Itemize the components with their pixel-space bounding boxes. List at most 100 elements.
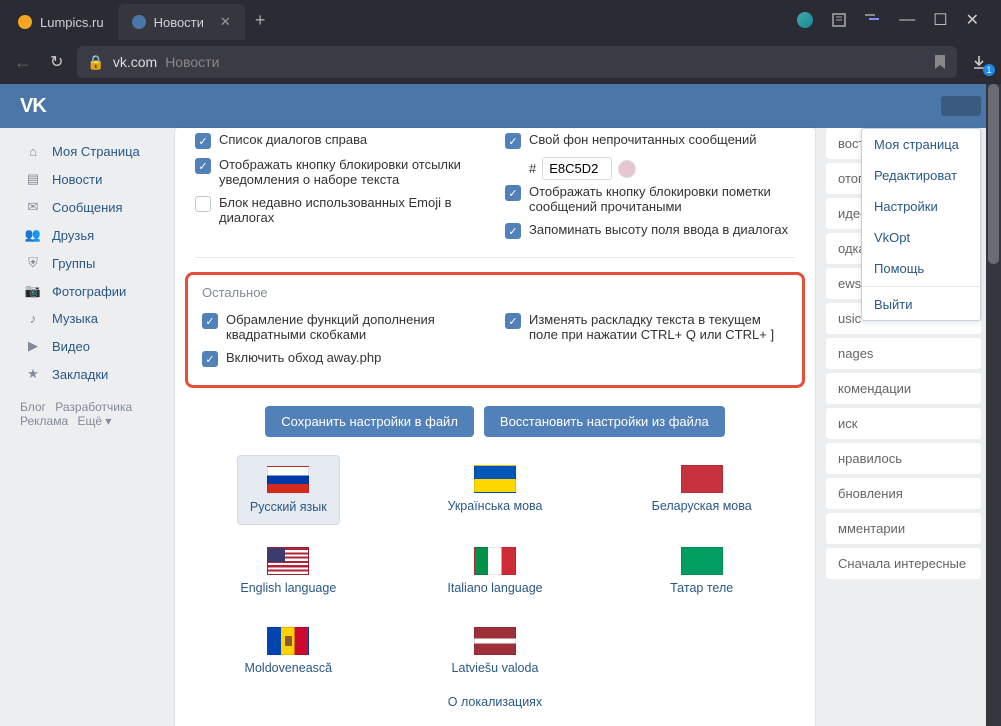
language-option[interactable]: English language	[228, 537, 348, 605]
extension-icon[interactable]	[797, 12, 813, 28]
option-row: ✓Свой фон непрочитанных сообщений	[505, 128, 795, 153]
checkbox[interactable]: ✓	[505, 133, 521, 149]
right-tab[interactable]: иск	[826, 408, 981, 439]
downloads-button[interactable]: 1	[967, 50, 991, 74]
vk-header: VK	[0, 84, 1001, 128]
sidebar-item[interactable]: ✉Сообщения	[20, 193, 170, 221]
sidebar-icon: 📷	[24, 283, 42, 299]
flag-icon	[474, 627, 516, 655]
language-option[interactable]: Беларуская мова	[640, 455, 764, 525]
sidebar-item[interactable]: ▶ Видео	[20, 332, 170, 360]
about-localizations-link[interactable]: О локализациях	[195, 695, 795, 709]
dropdown-item[interactable]: VkOpt	[862, 222, 980, 253]
right-tab[interactable]: комендации	[826, 373, 981, 404]
right-tab[interactable]: nages	[826, 338, 981, 369]
option-row: ✓ Включить обход away.php	[202, 346, 485, 371]
page-content: VK ⌂Моя Страница▤Новости✉Сообщения👥Друзь…	[0, 84, 1001, 726]
dropdown-item[interactable]: Помощь	[862, 253, 980, 284]
address-bar: ← ↻ 🔒 vk.com Новости 1	[0, 40, 1001, 84]
sidebar-footer: Блог Разработчика Реклама Ещё ▾	[20, 400, 170, 428]
checkbox[interactable]: ✓	[505, 223, 521, 239]
restore-settings-button[interactable]: Восстановить настройки из файла	[484, 406, 725, 437]
bookmark-icon[interactable]	[933, 54, 947, 70]
address-field[interactable]: 🔒 vk.com Новости	[77, 46, 957, 78]
scrollbar-thumb[interactable]	[988, 84, 999, 264]
save-settings-button[interactable]: Сохранить настройки в файл	[265, 406, 474, 437]
checkbox[interactable]: ✓	[195, 158, 211, 174]
back-button[interactable]: ←	[10, 48, 36, 77]
footer-link[interactable]: Блог	[20, 400, 46, 414]
checkbox[interactable]: ✓	[505, 313, 521, 329]
option-row: ✓Изменять раскладку текста в текущем пол…	[505, 308, 788, 346]
language-option[interactable]: Italiano language	[435, 537, 554, 605]
language-label: Moldovenească	[245, 661, 333, 675]
footer-link[interactable]: Разработчика	[55, 400, 132, 414]
right-tab[interactable]: Сначала интересные	[826, 548, 981, 579]
language-label: English language	[240, 581, 336, 595]
language-option[interactable]: Latviešu valoda	[440, 617, 551, 685]
language-option[interactable]: Русский язык	[237, 455, 340, 525]
sidebar-item[interactable]: ★Закладки	[20, 360, 170, 388]
sidebar-item[interactable]: ♪Музыка	[20, 305, 170, 332]
right-tab[interactable]: бновления	[826, 478, 981, 509]
flag-icon	[267, 547, 309, 575]
checkbox[interactable]: ✓	[195, 133, 211, 149]
minimize-button[interactable]: —	[899, 11, 915, 29]
option-label: Список диалогов справа	[219, 132, 367, 147]
language-option[interactable]: Moldovenească	[233, 617, 345, 685]
close-button[interactable]: ✕	[966, 10, 979, 30]
checkbox[interactable]: ✓	[202, 313, 218, 329]
option-row: ✓ Список диалогов справа	[195, 128, 485, 153]
reader-icon[interactable]	[831, 12, 847, 28]
sidebar-icon: ▶	[24, 338, 42, 354]
sidebar-label: Фотографии	[52, 284, 126, 299]
sidebar-item[interactable]: ▤Новости	[20, 165, 170, 193]
section-title: Остальное	[202, 285, 788, 300]
option-label: Обрамление функций дополнения квадратным…	[226, 312, 485, 342]
browser-tab[interactable]: Lumpics.ru	[4, 4, 118, 40]
checkbox[interactable]	[195, 196, 211, 212]
color-swatch[interactable]	[618, 160, 636, 178]
tab-label: Новости	[154, 15, 204, 30]
footer-link[interactable]: Реклама	[20, 414, 68, 428]
color-input-row: #	[529, 157, 795, 180]
dropdown-item[interactable]: Моя страница	[862, 129, 980, 160]
flag-icon	[267, 466, 309, 494]
footer-link[interactable]: Ещё ▾	[77, 414, 111, 428]
tab-close-icon[interactable]: ✕	[220, 14, 231, 30]
vk-header-right[interactable]	[941, 96, 981, 116]
sidebar-label: Видео	[52, 339, 90, 354]
checkbox[interactable]: ✓	[202, 351, 218, 367]
right-tab[interactable]: мментарии	[826, 513, 981, 544]
right-tab[interactable]: нравилось	[826, 443, 981, 474]
maximize-button[interactable]: ☐	[933, 10, 947, 30]
checkbox[interactable]: ✓	[505, 185, 521, 201]
browser-tab-active[interactable]: Новости ✕	[118, 4, 245, 40]
dropdown-item[interactable]: Выйти	[862, 289, 980, 320]
sidebar-item[interactable]: ⛨Группы	[20, 249, 170, 277]
option-row: ✓ Обрамление функций дополнения квадратны…	[202, 308, 485, 346]
address-domain: vk.com	[113, 54, 157, 70]
vk-logo[interactable]: VK	[20, 95, 46, 118]
option-row: ✓Отображать кнопку блокировки пометки со…	[505, 180, 795, 218]
sidebar-icon: 👥	[24, 227, 42, 243]
sidebar-item[interactable]: 👥Друзья	[20, 221, 170, 249]
language-option[interactable]: Українська мова	[435, 455, 554, 525]
sidebar-label: Группы	[52, 256, 95, 271]
extension2-icon[interactable]	[865, 14, 881, 26]
option-label: Включить обход away.php	[226, 350, 381, 365]
sidebar-label: Новости	[52, 172, 102, 187]
new-tab-button[interactable]: +	[245, 10, 276, 31]
sidebar-item[interactable]: 📷 Фотографии	[20, 277, 170, 305]
option-label: Отображать кнопку блокировки отсылки уве…	[219, 157, 485, 187]
flag-icon	[681, 547, 723, 575]
sidebar-label: Закладки	[52, 367, 108, 382]
dropdown-item[interactable]: Настройки	[862, 191, 980, 222]
language-option[interactable]: Татар теле	[658, 537, 745, 605]
sidebar-item[interactable]: ⌂Моя Страница	[20, 138, 170, 165]
scrollbar-track[interactable]	[986, 84, 1001, 726]
reload-button[interactable]: ↻	[46, 48, 67, 76]
option-label: Блок недавно использованных Emoji в диал…	[219, 195, 485, 225]
dropdown-item[interactable]: Редактироват	[862, 160, 980, 191]
color-hex-input[interactable]	[542, 157, 612, 180]
